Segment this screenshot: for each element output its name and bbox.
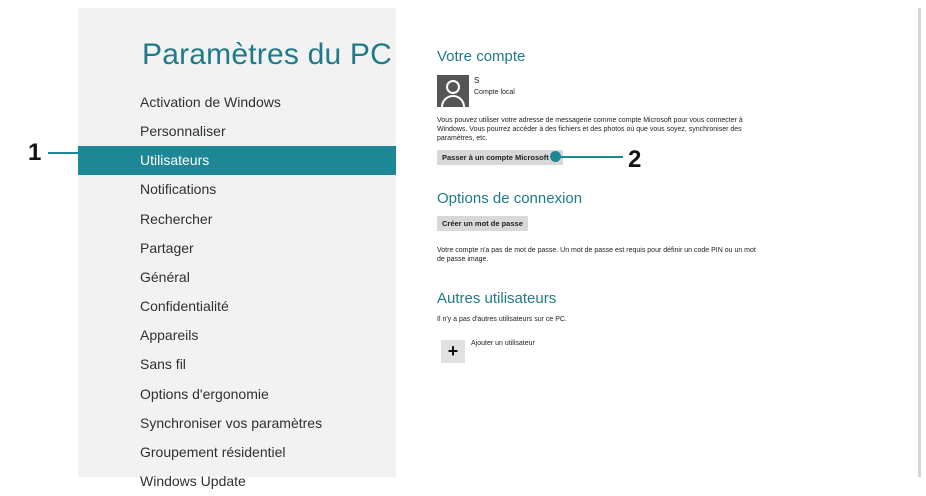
callout-dot-1: [117, 147, 128, 158]
settings-title: Paramètres du PC: [142, 38, 392, 71]
user-head-shape: [446, 80, 460, 94]
nav-item[interactable]: Options d'ergonomie: [78, 380, 396, 409]
nav-item[interactable]: Général: [78, 263, 396, 292]
nav-item[interactable]: Rechercher: [78, 205, 396, 234]
account-section-title: Votre compte: [437, 48, 526, 65]
no-other-users-text: Il n'y a pas d'autres utilisateurs sur c…: [437, 316, 567, 323]
account-user-type: Compte local: [474, 89, 515, 96]
add-user-label[interactable]: Ajouter un utilisateur: [471, 340, 535, 347]
sign-in-options-title: Options de connexion: [437, 190, 583, 207]
account-user-name: S: [474, 76, 480, 85]
callout-line-2: [560, 156, 623, 158]
settings-navigation-pane: Paramètres du PC Activation de Windows Pe…: [78, 8, 396, 489]
callout-line-1: [48, 152, 123, 154]
callout-dot-2: [550, 151, 561, 162]
user-avatar: [437, 75, 469, 107]
nav-item[interactable]: Confidentialité: [78, 292, 396, 321]
nav-item[interactable]: Personnaliser: [78, 117, 396, 146]
callout-number-2: 2: [628, 146, 642, 173]
switch-microsoft-account-button[interactable]: Passer à un compte Microsoft: [437, 150, 563, 165]
nav-item[interactable]: Appareils: [78, 321, 396, 350]
password-note: Votre compte n'a pas de mot de passe. Un…: [437, 247, 756, 263]
add-user-icon[interactable]: +: [441, 340, 465, 363]
nav-item[interactable]: Windows Update: [78, 467, 396, 496]
account-description: Vous pouvez utiliser votre adresse de me…: [437, 117, 743, 142]
other-users-title: Autres utilisateurs: [437, 290, 557, 307]
nav-item[interactable]: Notifications: [78, 175, 396, 204]
user-body-shape: [441, 95, 465, 107]
scrollbar[interactable]: [918, 8, 921, 477]
nav-item[interactable]: Groupement résidentiel: [78, 438, 396, 467]
nav-item[interactable]: Partager: [78, 234, 396, 263]
callout-number-1: 1: [28, 139, 42, 166]
create-password-button[interactable]: Créer un mot de passe: [437, 216, 528, 231]
nav-item[interactable]: Sans fil: [78, 350, 396, 379]
nav-item[interactable]: Activation de Windows: [78, 88, 396, 117]
nav-item[interactable]: Synchroniser vos paramètres: [78, 409, 396, 438]
